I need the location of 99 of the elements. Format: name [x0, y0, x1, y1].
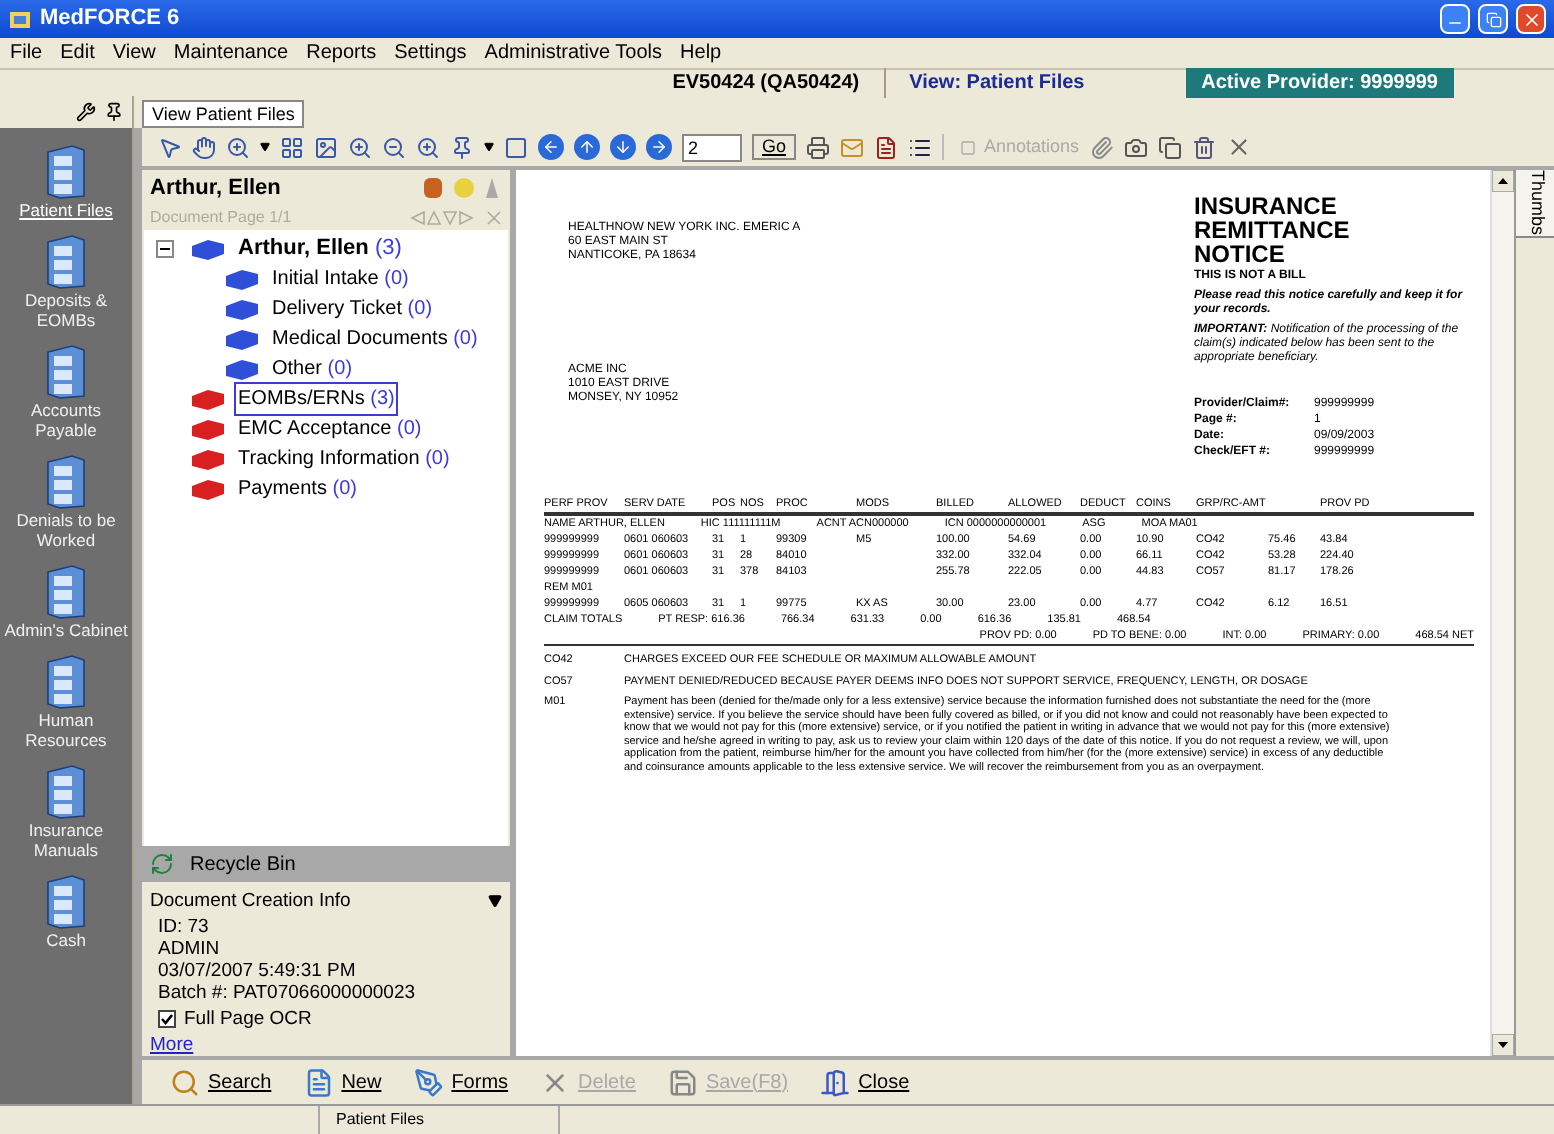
scroll-down-icon[interactable] [1492, 1034, 1514, 1056]
scroll-up-icon[interactable] [1492, 170, 1514, 192]
menu-item[interactable]: Edit [60, 38, 95, 68]
file-cabinet-icon [44, 874, 88, 930]
pen-icon [413, 1067, 444, 1097]
tree-item[interactable]: Payments (0) [234, 472, 361, 506]
menu-item[interactable]: File [10, 38, 43, 68]
menu-item[interactable]: Help [680, 38, 722, 68]
notice-title: REMITTANCE [1194, 218, 1352, 242]
checkbox-icon [960, 139, 977, 155]
menu-item[interactable]: View [112, 38, 156, 68]
trash-icon[interactable] [1191, 135, 1216, 159]
toolbar-icon[interactable] [382, 135, 406, 159]
toolbar-icon[interactable] [280, 135, 304, 159]
toolbar-icon[interactable] [348, 135, 372, 159]
printer-icon[interactable] [806, 135, 831, 159]
toolbar-icon[interactable] [192, 135, 216, 159]
sidebar-item[interactable]: Insurance Manuals [2, 820, 130, 860]
toolbar-icon[interactable] [226, 135, 250, 159]
document-icon [303, 1067, 334, 1097]
thumbs-tab[interactable]: Thumbs [1516, 170, 1554, 238]
file-cabinet-icon [44, 344, 88, 400]
action-button[interactable]: Forms [413, 1067, 509, 1097]
page-field[interactable]: 2 [682, 133, 742, 161]
dropdown-icon[interactable] [484, 142, 494, 152]
toolbar-icon[interactable] [422, 176, 502, 200]
door-icon [820, 1067, 851, 1097]
more-link[interactable]: More [150, 1034, 502, 1056]
patient-name: Arthur, Ellen [150, 173, 283, 204]
file-cabinet-icon [44, 654, 88, 710]
sidebar-item[interactable]: Human Resources [2, 710, 130, 750]
info-line: ADMIN [158, 938, 222, 960]
maximize-button[interactable] [1478, 4, 1508, 34]
toolbar-icon[interactable] [504, 135, 528, 159]
tree-item[interactable]: Tracking Information (0) [234, 442, 454, 476]
pin-icon[interactable] [104, 102, 124, 122]
pages-icon[interactable] [1157, 135, 1182, 159]
restore-icon [1485, 11, 1501, 27]
menu-item[interactable]: Reports [306, 38, 377, 68]
view-label: View: Patient Files [907, 70, 1087, 98]
active-provider: Active Provider: 9999999 [1185, 68, 1454, 98]
wrench-icon[interactable] [76, 102, 96, 122]
save-icon [667, 1067, 698, 1097]
info-line: Batch #: PAT07066000000023 [158, 982, 418, 1004]
menu-item[interactable]: Settings [394, 38, 467, 68]
tree-item[interactable]: Medical Documents (0) [268, 322, 482, 356]
document-page-label: Document Page 1/1 [150, 206, 294, 230]
tree-item[interactable]: Initial Intake (0) [268, 262, 413, 296]
sidebar-item[interactable]: Accounts Payable [2, 400, 130, 440]
close-button[interactable] [1516, 4, 1546, 34]
notice-title: INSURANCE [1194, 194, 1339, 218]
file-cabinet-icon [44, 454, 88, 510]
action-button[interactable]: Search [170, 1067, 272, 1097]
search-icon [170, 1067, 200, 1097]
section-title: Document Creation Info [150, 890, 353, 912]
file-cabinet-icon [44, 764, 88, 820]
close-icon [1521, 9, 1541, 29]
menu-item[interactable]: Administrative Tools [484, 38, 663, 68]
document-id: EV50424 (QA50424) [648, 68, 886, 98]
notice-title: NOTICE [1194, 242, 1287, 266]
collapse-icon[interactable] [488, 894, 502, 908]
sidebar-item[interactable]: Admin's Cabinet [2, 620, 130, 640]
dropdown-icon[interactable] [260, 142, 270, 152]
tree-item[interactable]: EOMBs/ERNs (3) [234, 382, 399, 416]
collapse-icon[interactable] [156, 240, 174, 258]
toolbar-icon[interactable] [450, 135, 474, 159]
recycle-bin[interactable]: Recycle Bin [142, 846, 510, 882]
file-cabinet-icon [44, 234, 88, 290]
file-cabinet-icon [44, 564, 88, 620]
recycle-icon [150, 852, 174, 876]
minimize-button[interactable] [1440, 4, 1470, 34]
file-cabinet-icon [44, 144, 88, 200]
action-button[interactable]: Close [820, 1067, 910, 1097]
close-icon[interactable] [1225, 134, 1252, 160]
menu-item[interactable]: Maintenance [173, 38, 289, 68]
tree-item[interactable]: EMC Acceptance (0) [234, 412, 426, 446]
scanner-icon[interactable] [1123, 135, 1148, 159]
tree-item[interactable]: Arthur, Ellen (3) [234, 230, 406, 268]
sidebar-item[interactable]: Cash [2, 930, 130, 950]
sidebar-item[interactable]: Denials to be Worked [2, 510, 130, 550]
info-line: ID: 73 [158, 916, 211, 938]
paperclip-icon[interactable] [1089, 135, 1114, 159]
action-button[interactable]: New [303, 1067, 382, 1097]
info-line: 03/07/2007 5:49:31 PM [158, 960, 358, 982]
window-title: MedFORCE 6 [40, 4, 182, 35]
toolbar-icon[interactable] [314, 135, 338, 159]
checkbox[interactable] [158, 1010, 176, 1028]
sidebar-item[interactable]: Patient Files [2, 200, 130, 220]
view-tab[interactable]: View Patient Files [142, 100, 305, 128]
document-icon[interactable] [874, 135, 899, 159]
toolbar-icon[interactable] [158, 135, 182, 159]
app-icon [8, 7, 32, 31]
tree-item[interactable]: Other (0) [268, 352, 357, 386]
sidebar-item[interactable]: Deposits & EOMBs [2, 290, 130, 330]
go-button[interactable]: Go [752, 134, 797, 160]
tree-item[interactable]: Delivery Ticket (0) [268, 292, 437, 326]
toolbar-icon[interactable] [416, 135, 440, 159]
checkbox-label: Full Page OCR [184, 1008, 312, 1030]
status-text: Patient Files [320, 1106, 560, 1134]
